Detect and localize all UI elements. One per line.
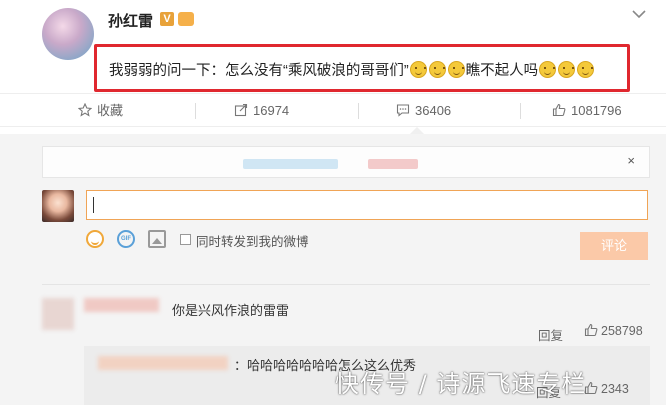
watermark: 快传号 / 诗源飞速专栏 <box>335 370 587 398</box>
post-content-text: 我弱弱的问一下：怎么没有“乘风破浪的哥哥们” <box>109 63 409 79</box>
comment-pointer-arrow <box>410 127 424 134</box>
text-caret <box>93 197 94 213</box>
reply-button[interactable]: 回复 <box>538 325 563 344</box>
post-content-text-end: 瞧不起人吗 <box>465 63 539 79</box>
author-name[interactable]: 孙红雷 <box>108 10 153 31</box>
post-actions-bar: 收藏 16974 36406 1081796 <box>0 93 666 127</box>
commenter-avatar-blurred[interactable] <box>42 298 74 330</box>
smile-emoji-icon <box>539 61 557 78</box>
comment-count: 36406 <box>415 103 452 118</box>
action-divider <box>195 103 196 119</box>
current-user-avatar <box>42 190 74 222</box>
forward-button[interactable]: 16974 <box>234 102 289 120</box>
emoji-picker-icon[interactable] <box>86 230 104 248</box>
like-count: 1081796 <box>571 103 622 118</box>
forward-count: 16974 <box>253 103 290 118</box>
gif-icon[interactable]: GIF <box>117 230 135 248</box>
smile-emoji-icon <box>428 61 446 78</box>
smile-emoji-icon <box>577 61 595 78</box>
comment-like-button[interactable]: 258798 <box>584 323 643 338</box>
blurred-notice-text <box>243 159 338 169</box>
favorite-label: 收藏 <box>97 103 124 118</box>
thumbs-up-icon <box>584 323 598 337</box>
comment-button[interactable]: 36406 <box>396 102 451 120</box>
post-content: 我弱弱的问一下：怎么没有“乘风破浪的哥哥们” 瞧不起人吗 <box>109 59 595 80</box>
blurred-notice-text <box>368 159 418 169</box>
thumbs-up-icon <box>552 103 566 117</box>
commenter-name-blurred[interactable] <box>84 298 159 312</box>
verified-badge-icon: V <box>160 12 174 26</box>
action-divider <box>358 103 359 119</box>
comment-notice-bar: × <box>42 146 650 178</box>
action-divider <box>520 103 521 119</box>
comment-input[interactable] <box>86 190 648 220</box>
smile-emoji-icon <box>447 61 465 78</box>
post-content-highlight: 我弱弱的问一下：怎么没有“乘风破浪的哥哥们” 瞧不起人吗 <box>94 44 630 92</box>
favorite-button[interactable]: 收藏 <box>78 102 123 120</box>
star-icon <box>78 103 92 117</box>
reply-like-count: 2343 <box>601 382 629 396</box>
forward-checkbox[interactable] <box>180 234 191 245</box>
forward-icon <box>234 103 248 117</box>
chevron-down-icon[interactable] <box>632 6 646 22</box>
comment-like-count: 258798 <box>601 324 643 338</box>
comment-icon <box>396 104 410 117</box>
post-header: 孙红雷 V 我弱弱的问一下：怎么没有“乘风破浪的哥哥们” 瞧不起人吗 <box>0 0 666 92</box>
divider <box>42 284 650 285</box>
submit-comment-button[interactable]: 评论 <box>580 232 648 260</box>
image-upload-icon[interactable] <box>148 230 166 248</box>
smile-emoji-icon <box>558 61 576 78</box>
reply-like-button[interactable]: 2343 <box>584 381 629 396</box>
smile-emoji-icon <box>409 61 427 78</box>
reply-author-blurred[interactable] <box>98 356 228 370</box>
close-icon[interactable]: × <box>627 153 635 168</box>
comment-text: 你是兴风作浪的雷雷 <box>172 303 290 318</box>
forward-option-label: 同时转发到我的微博 <box>196 235 309 249</box>
like-button[interactable]: 1081796 <box>552 102 622 120</box>
author-avatar[interactable] <box>42 8 94 60</box>
member-level-icon <box>178 12 194 26</box>
